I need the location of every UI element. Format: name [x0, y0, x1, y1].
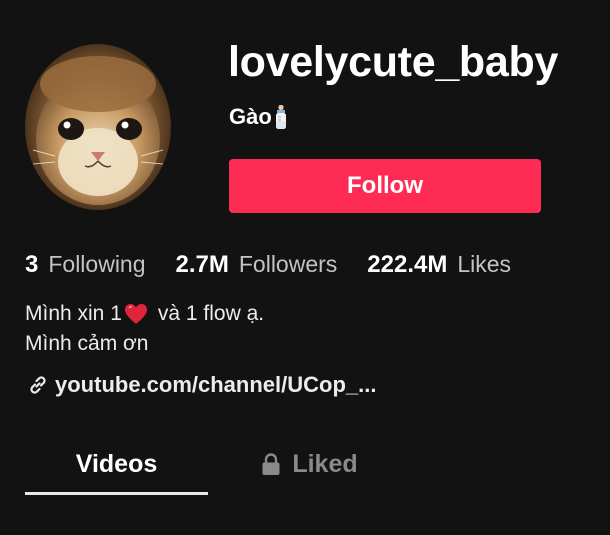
followers-count: 2.7M — [175, 251, 229, 278]
tab-videos[interactable]: Videos — [25, 436, 208, 492]
active-tab-indicator — [25, 492, 208, 495]
profile-tabs: Videos Liked — [25, 436, 585, 496]
username: lovelycute_baby — [228, 38, 559, 86]
profile-link-text: youtube.com/channel/UCop_... — [55, 372, 377, 397]
stat-followers[interactable]: 2.7M Followers — [176, 248, 338, 281]
follow-button[interactable]: Follow — [229, 159, 541, 213]
nickname-text: Gào — [229, 104, 272, 129]
baby-bottle-icon — [274, 104, 288, 130]
bio-line-2: Mình cảm ơn — [25, 332, 149, 355]
profile-stats: 3 Following 2.7M Followers 222.4M Likes — [25, 248, 511, 281]
likes-count: 222.4M — [367, 251, 448, 278]
following-count: 3 — [25, 251, 39, 278]
tab-liked-label: Liked — [292, 449, 358, 478]
bio: Mình xin 1 và 1 flow ạ. Mình cảm ơn — [25, 299, 264, 359]
bio-text-1b: và 1 flow ạ. — [157, 302, 265, 325]
likes-label: Likes — [457, 251, 512, 277]
stat-likes: 222.4M Likes — [367, 248, 511, 281]
lock-icon — [260, 452, 282, 476]
bio-text-1a: Mình xin 1 — [25, 302, 122, 325]
tab-liked[interactable]: Liked — [249, 436, 369, 492]
tab-videos-label: Videos — [75, 449, 158, 478]
red-heart-icon — [124, 303, 148, 325]
link-icon — [27, 374, 49, 396]
profile-link[interactable]: youtube.com/channel/UCop_... — [27, 370, 376, 400]
bio-line-1: Mình xin 1 và 1 flow ạ. — [25, 299, 264, 329]
following-label: Following — [48, 251, 146, 277]
profile-page: lovelycute_baby Gào Follow 3 Following 2… — [0, 0, 610, 535]
followers-label: Followers — [238, 251, 338, 277]
cat-avatar-image — [25, 44, 171, 210]
avatar[interactable] — [25, 44, 171, 210]
nickname: Gào — [229, 102, 288, 132]
stat-following[interactable]: 3 Following — [25, 248, 146, 281]
